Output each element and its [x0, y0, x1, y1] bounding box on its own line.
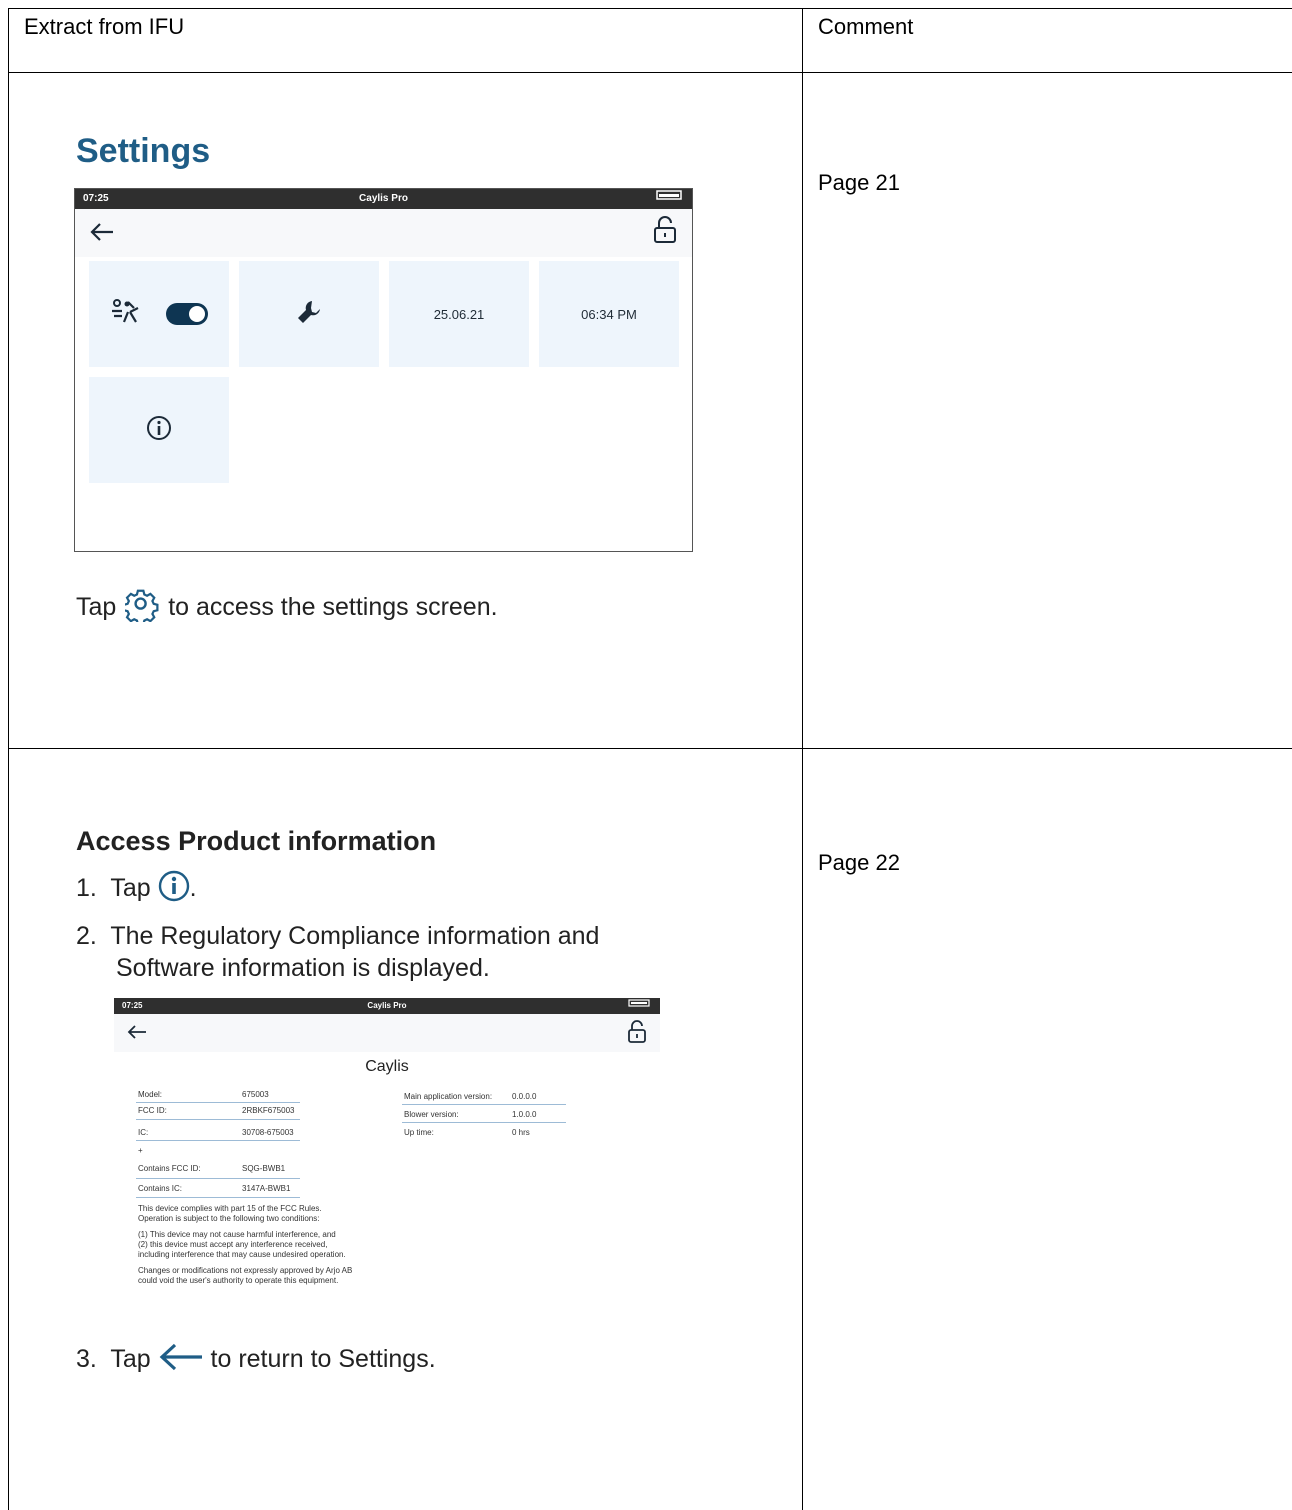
- table-row-divider: [8, 748, 1292, 749]
- step-2: 2. The Regulatory Compliance information…: [76, 920, 599, 984]
- comment-page-21: Page 21: [818, 170, 900, 195]
- fcc-id-label: FCC ID:: [138, 1106, 167, 1115]
- fcc-paragraph-1: This device complies with part 15 of the…: [138, 1204, 322, 1224]
- product-info-screen: 07:25 Caylis Pro Caylis Model: 675003 FC…: [114, 998, 660, 1298]
- info-icon: [146, 415, 172, 446]
- up-time-value: 0 hrs: [512, 1128, 530, 1137]
- fcc-p1-line-2: Operation is subject to the following tw…: [138, 1214, 320, 1223]
- contains-fcc-underline: [136, 1178, 300, 1179]
- status-app-title: Caylis Pro: [359, 193, 408, 204]
- step-3-rest: to return to Settings.: [210, 1345, 436, 1374]
- contains-ic-value: 3147A-BWB1: [242, 1184, 291, 1193]
- step-2-number: 2.: [76, 922, 97, 950]
- status-bar-2: 07:25 Caylis Pro: [114, 998, 660, 1014]
- date-value: 25.06.21: [433, 306, 485, 322]
- main-app-version-underline: [402, 1104, 566, 1105]
- patient-exit-icon: [110, 298, 144, 331]
- step-1-text: Tap: [110, 874, 151, 903]
- table-border-left: [8, 8, 9, 1510]
- blower-version-value: 1.0.0.0: [512, 1110, 537, 1119]
- settings-title: Settings: [76, 132, 211, 170]
- fcc-paragraph-3: Changes or modifications not expressly a…: [138, 1266, 352, 1286]
- status-bar: 07:25 Caylis Pro: [75, 189, 692, 209]
- contains-ic-underline: [136, 1197, 300, 1198]
- step-1: 1. Tap .: [76, 870, 197, 909]
- contains-fcc-value: SQG-BWB1: [242, 1164, 286, 1173]
- fcc-p3-line-1: Changes or modifications not expressly a…: [138, 1266, 353, 1275]
- step-3-number: 3.: [76, 1345, 97, 1374]
- fcc-p1-line-1: This device complies with part 15 of the…: [138, 1204, 322, 1213]
- main-app-version-label: Main application version:: [404, 1092, 493, 1101]
- back-arrow-icon[interactable]: [89, 221, 115, 248]
- fcc-p3-line-2: could void the user's authority to opera…: [138, 1276, 339, 1285]
- step-2-line-1: The Regulatory Compliance information an…: [110, 922, 600, 950]
- unlock-icon[interactable]: [652, 215, 678, 250]
- ic-underline: [136, 1140, 300, 1141]
- tile-patient-exit-alarm[interactable]: [89, 261, 229, 367]
- tile-service[interactable]: [239, 261, 379, 367]
- blower-version-underline: [402, 1122, 566, 1123]
- tile-info[interactable]: [89, 377, 229, 483]
- caylis-heading: Caylis: [365, 1058, 409, 1075]
- main-app-version-value: 0.0.0.0: [512, 1092, 537, 1101]
- settings-caption: Tap to access the settings screen.: [76, 588, 498, 629]
- wrench-icon: [295, 298, 323, 331]
- step-2-line-2: Software information is displayed.: [116, 954, 490, 982]
- fcc-p2-line-2: (2) this device must accept any interfer…: [138, 1240, 328, 1249]
- fcc-p2-line-1: (1) This device may not cause harmful in…: [138, 1230, 336, 1239]
- ic-label: IC:: [138, 1128, 149, 1137]
- fcc-p2-line-3: including interference that may cause un…: [138, 1250, 346, 1259]
- back-arrow-icon-2[interactable]: [126, 1023, 148, 1046]
- header-comment: Comment: [818, 14, 914, 39]
- model-label: Model:: [138, 1090, 163, 1099]
- tile-date[interactable]: 25.06.21: [389, 261, 529, 367]
- contains-ic-label: Contains IC:: [138, 1184, 183, 1193]
- step-1-end: .: [189, 874, 197, 903]
- up-time-label: Up time:: [404, 1128, 434, 1137]
- caption-tap: Tap: [76, 593, 117, 622]
- model-underline: [136, 1102, 300, 1103]
- status-app-title-2: Caylis Pro: [367, 1001, 407, 1010]
- fcc-id-underline: [136, 1119, 300, 1120]
- time-value: 06:34 PM: [581, 306, 637, 322]
- nav-bar-2: [114, 1014, 660, 1052]
- unlock-icon-2[interactable]: [626, 1019, 648, 1050]
- patient-exit-toggle[interactable]: [166, 303, 208, 325]
- back-arrow-large-icon: [158, 1342, 204, 1379]
- nav-bar: [75, 209, 692, 257]
- plus-sign: +: [138, 1146, 143, 1155]
- gear-icon: [123, 588, 159, 629]
- info-circle-icon: [158, 870, 190, 909]
- step-1-number: 1.: [76, 874, 97, 903]
- step-3: 3. Tap to return to Settings.: [76, 1342, 436, 1379]
- caption-rest: to access the settings screen.: [168, 593, 498, 622]
- bed-icon-2: [628, 998, 650, 1014]
- step-3-tap: Tap: [110, 1345, 151, 1374]
- ic-value: 30708-675003: [242, 1128, 294, 1137]
- access-product-info-title: Access Product information: [76, 826, 437, 856]
- fcc-paragraph-2: (1) This device may not cause harmful in…: [138, 1230, 346, 1260]
- table-column-divider: [802, 8, 803, 1510]
- table-header-divider: [8, 72, 1292, 73]
- blower-version-label: Blower version:: [404, 1110, 459, 1119]
- settings-screen: 07:25 Caylis Pro 25.06.21 06:34 PM: [74, 188, 693, 552]
- contains-fcc-label: Contains FCC ID:: [138, 1164, 201, 1173]
- table-border-top: [8, 8, 1292, 9]
- bed-icon: [656, 189, 682, 209]
- header-extract-from-ifu: Extract from IFU: [24, 14, 185, 39]
- tile-time[interactable]: 06:34 PM: [539, 261, 679, 367]
- comment-page-22: Page 22: [818, 850, 900, 875]
- fcc-id-value: 2RBKF675003: [242, 1106, 295, 1115]
- model-value: 675003: [242, 1090, 269, 1099]
